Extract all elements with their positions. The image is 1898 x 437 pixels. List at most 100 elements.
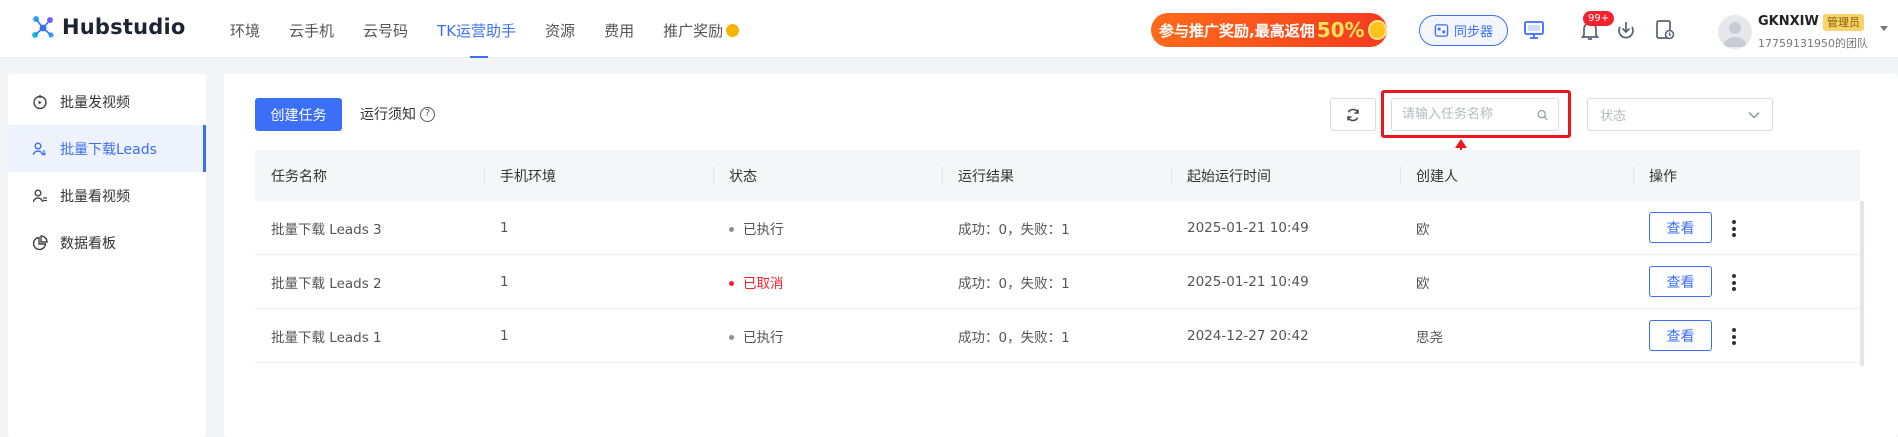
pie-chart-icon bbox=[32, 234, 48, 250]
help-icon[interactable]: ? bbox=[420, 106, 435, 122]
status-text: 已执行 bbox=[743, 221, 784, 238]
sidebar-item-batch-post-video[interactable]: 批量发视频 bbox=[8, 78, 206, 125]
upload-video-icon bbox=[33, 94, 47, 109]
run-notice-label: 运行须知 bbox=[360, 107, 416, 123]
task-table: 任务名称 手机环境 状态 运行结果 起始运行时间 创建人 操作 批量下载 Lea… bbox=[255, 150, 1860, 363]
chevron-down-icon[interactable] bbox=[1880, 26, 1888, 31]
table-scrollbar[interactable] bbox=[1860, 201, 1864, 366]
hub-molecule-icon bbox=[32, 16, 54, 38]
run-result: 成功：0，失败：1 bbox=[958, 329, 1070, 346]
creator: 欧 bbox=[1416, 276, 1430, 292]
phone-env: 1 bbox=[500, 327, 509, 344]
team-name: 17759131950的团队 bbox=[1758, 37, 1868, 50]
view-button[interactable]: 查看 bbox=[1649, 266, 1712, 297]
sidebar-item-batch-watch-video[interactable]: 批量看视频 bbox=[8, 172, 206, 219]
nav-billing[interactable]: 费用 bbox=[604, 0, 634, 58]
avatar[interactable] bbox=[1718, 15, 1752, 49]
refresh-icon bbox=[1347, 108, 1359, 121]
main-nav: 环境 云手机 云号码 TK运营助手 资源 费用 推广奖励 bbox=[230, 0, 768, 58]
users-watch-icon bbox=[32, 189, 47, 202]
task-name: 批量下载 Leads 1 bbox=[271, 330, 382, 346]
promo-coin-icon bbox=[1367, 20, 1387, 40]
status-select-value: 状态 bbox=[1600, 109, 1627, 124]
nav-referral[interactable]: 推广奖励 bbox=[663, 0, 740, 58]
table-header: 任务名称 手机环境 状态 运行结果 起始运行时间 创建人 操作 bbox=[255, 150, 1860, 201]
task-log-icon[interactable] bbox=[1653, 18, 1677, 42]
download-icon[interactable] bbox=[1614, 18, 1638, 42]
promo-percent: 50% bbox=[1316, 18, 1365, 42]
top-header: Hubstudio 环境 云手机 云号码 TK运营助手 资源 费用 推广奖励 参… bbox=[0, 0, 1898, 58]
status-text: 已执行 bbox=[743, 329, 784, 346]
table-row: 批量下载 Leads 2 1 已取消 成功：0，失败：1 2025-01-21 … bbox=[255, 255, 1860, 309]
column-header: 创建人 bbox=[1400, 150, 1633, 201]
view-button[interactable]: 查看 bbox=[1649, 212, 1712, 243]
search-icon[interactable] bbox=[1537, 108, 1548, 122]
phone-env: 1 bbox=[500, 273, 509, 290]
app-logo[interactable]: Hubstudio bbox=[30, 14, 186, 40]
actions-cell: 查看 bbox=[1633, 320, 1860, 351]
coin-icon bbox=[726, 24, 740, 37]
sidebar-item-label: 数据看板 bbox=[60, 235, 116, 252]
monitor-icon[interactable] bbox=[1522, 18, 1546, 42]
column-header: 状态 bbox=[713, 150, 942, 201]
view-button[interactable]: 查看 bbox=[1649, 320, 1712, 351]
sidebar-item-dashboard[interactable]: 数据看板 bbox=[8, 219, 206, 266]
nav-cloud-phone[interactable]: 云手机 bbox=[289, 0, 334, 58]
column-header: 操作 bbox=[1633, 150, 1860, 201]
search-input[interactable] bbox=[1402, 107, 1537, 122]
logo-text: Hubstudio bbox=[62, 15, 186, 39]
start-time: 2025-01-21 10:49 bbox=[1187, 219, 1309, 236]
column-header: 手机环境 bbox=[484, 150, 713, 201]
more-icon[interactable] bbox=[1732, 326, 1736, 348]
column-header: 运行结果 bbox=[942, 150, 1171, 201]
status-select[interactable]: 状态 bbox=[1587, 98, 1773, 131]
refresh-button[interactable] bbox=[1330, 98, 1376, 131]
sidebar-item-label: 批量发视频 bbox=[60, 94, 130, 111]
sidebar-item-label: 批量看视频 bbox=[60, 188, 130, 205]
run-result: 成功：0，失败：1 bbox=[958, 221, 1070, 238]
column-header: 任务名称 bbox=[271, 168, 327, 185]
sidebar-item-batch-download-leads[interactable]: 批量下载Leads bbox=[8, 125, 206, 172]
users-download-icon bbox=[32, 142, 47, 156]
create-task-button[interactable]: 创建任务 bbox=[255, 98, 342, 131]
table-row: 批量下载 Leads 1 1 已执行 成功：0，失败：1 2024-12-27 … bbox=[255, 309, 1860, 363]
status-cell: 已执行 bbox=[713, 326, 942, 346]
sidebar-item-label: 批量下载Leads bbox=[60, 141, 157, 158]
status-dot bbox=[729, 334, 734, 340]
nav-tk-assistant[interactable]: TK运营助手 bbox=[437, 0, 516, 58]
nav-environment[interactable]: 环境 bbox=[230, 0, 260, 58]
chevron-down-icon bbox=[1748, 111, 1760, 118]
more-icon[interactable] bbox=[1732, 218, 1736, 240]
more-icon[interactable] bbox=[1732, 272, 1736, 294]
sync-icon bbox=[1434, 24, 1449, 37]
phone-env: 1 bbox=[500, 219, 509, 236]
role-badge: 管理员 bbox=[1823, 14, 1864, 31]
start-time: 2024-12-27 20:42 bbox=[1187, 327, 1309, 344]
run-notice-link[interactable]: 运行须知 ? bbox=[360, 104, 435, 124]
task-search-field[interactable] bbox=[1391, 98, 1559, 131]
status-cell: 已取消 bbox=[713, 272, 942, 292]
task-name: 批量下载 Leads 2 bbox=[271, 276, 382, 292]
actions-cell: 查看 bbox=[1633, 212, 1860, 243]
nav-resources[interactable]: 资源 bbox=[545, 0, 575, 58]
nav-cloud-number[interactable]: 云号码 bbox=[363, 0, 408, 58]
start-time: 2025-01-21 10:49 bbox=[1187, 273, 1309, 290]
column-header: 起始运行时间 bbox=[1171, 150, 1400, 201]
sync-button[interactable]: 同步器 bbox=[1419, 15, 1508, 46]
sidebar: 批量发视频 批量下载Leads 批量看视频 数据看板 bbox=[8, 74, 206, 437]
status-cell: 已执行 bbox=[713, 218, 942, 238]
task-name: 批量下载 Leads 3 bbox=[271, 222, 382, 238]
run-result: 成功：0，失败：1 bbox=[958, 275, 1070, 292]
creator: 思尧 bbox=[1416, 330, 1443, 346]
table-row: 批量下载 Leads 3 1 已执行 成功：0，失败：1 2025-01-21 … bbox=[255, 201, 1860, 255]
status-text: 已取消 bbox=[743, 275, 784, 292]
status-dot bbox=[729, 226, 734, 232]
creator: 欧 bbox=[1416, 222, 1430, 238]
user-name[interactable]: GKNXIW bbox=[1758, 14, 1819, 29]
promo-text: 参与推广奖励,最高返佣 bbox=[1159, 21, 1315, 40]
actions-cell: 查看 bbox=[1633, 266, 1860, 297]
notification-badge: 99+ bbox=[1583, 11, 1615, 26]
nav-referral-label: 推广奖励 bbox=[663, 22, 724, 40]
promo-banner[interactable]: 参与推广奖励,最高返佣 50% bbox=[1151, 13, 1387, 47]
sync-label: 同步器 bbox=[1453, 25, 1493, 40]
